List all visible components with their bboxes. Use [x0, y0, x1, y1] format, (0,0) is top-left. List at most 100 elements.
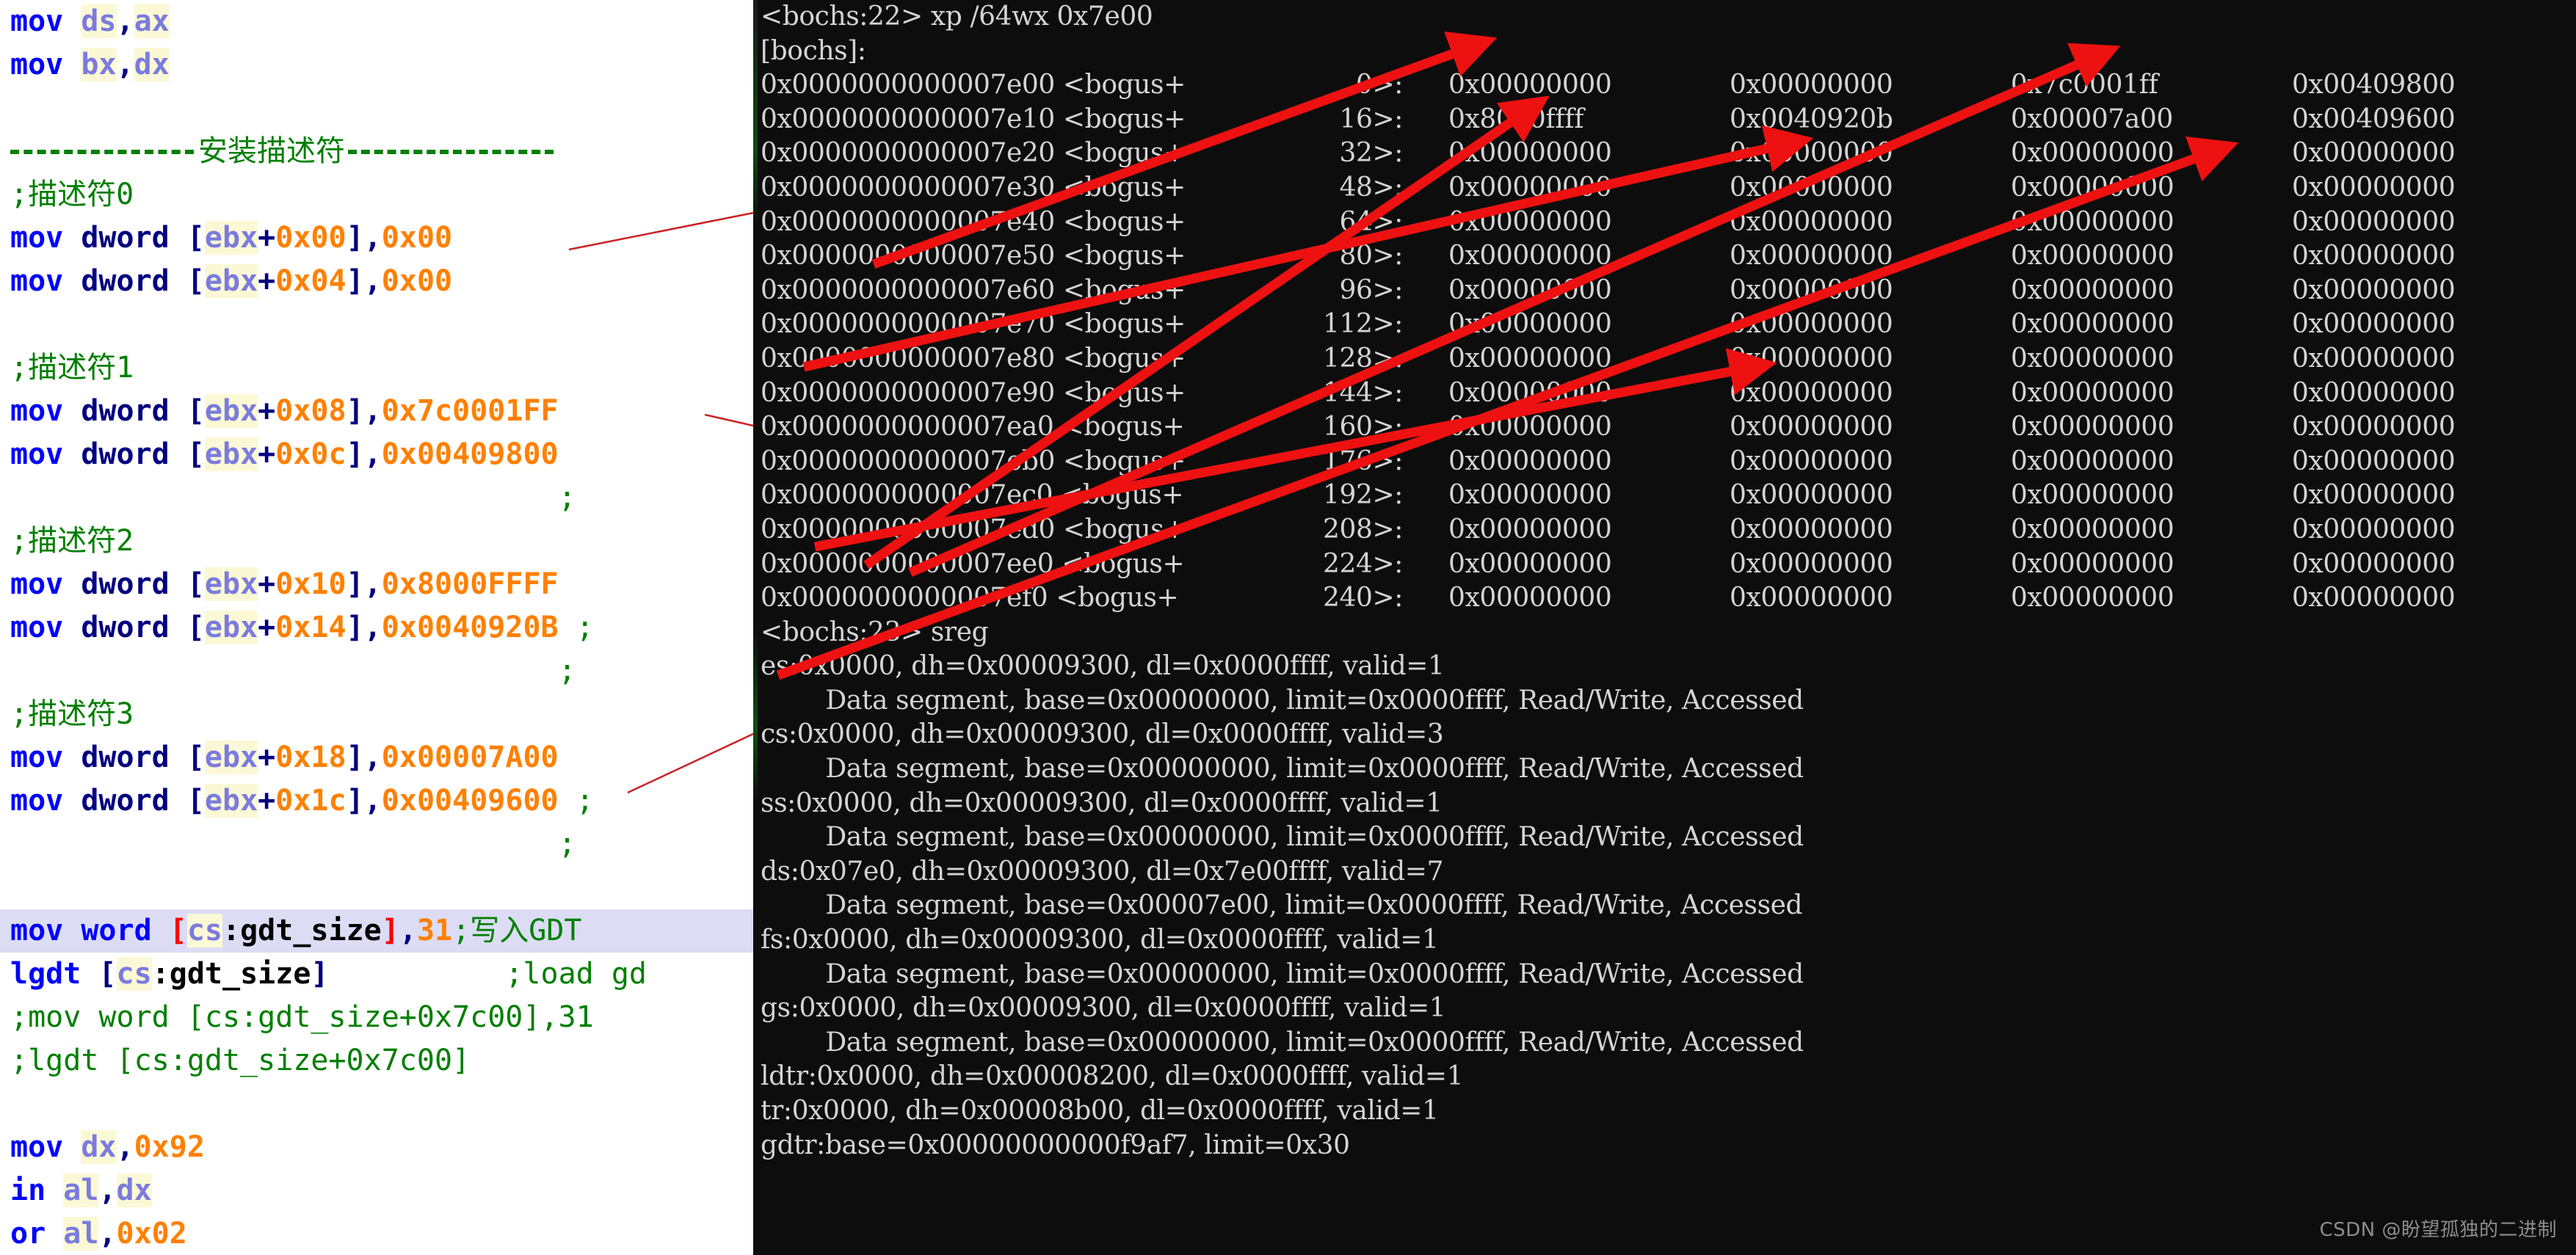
memory-word-value: 0x00000000 — [2011, 548, 2174, 579]
memory-word-value: 0x00000000 — [2292, 241, 2456, 272]
memory-offset: 96>: — [1339, 274, 1403, 305]
code-token: + — [258, 394, 276, 428]
csdn-watermark: CSDN @盼望孤独的二进制 — [2319, 1219, 2557, 1241]
code-line-blank[interactable] — [0, 1083, 753, 1126]
code-line-blank[interactable] — [0, 87, 753, 130]
code-token: ebx — [204, 264, 258, 298]
code-token: ; — [576, 784, 594, 818]
code-token: [ — [186, 437, 205, 471]
memory-offset: 128>: — [1322, 343, 1403, 374]
code-line[interactable]: mov word [cs:gdt_size],31;写入GDT — [0, 909, 753, 953]
memory-colon — [1403, 548, 1448, 582]
memory-word-value: 0x00000000 — [1448, 172, 1612, 203]
memory-word-value: 0x00000000 — [1730, 480, 1893, 511]
memory-word-value: 0x00000000 — [2292, 274, 2456, 305]
code-line[interactable]: ; — [0, 650, 753, 693]
code-line[interactable]: ;描述符2 — [0, 520, 753, 563]
code-line[interactable]: mov dword [ebx+0x14],0x0040920B ; — [0, 606, 753, 650]
memory-colon — [1403, 342, 1448, 376]
memory-word-value: 0x00000000 — [1448, 241, 1612, 272]
code-token: dx — [81, 1130, 117, 1164]
code-token: 31 — [416, 914, 453, 947]
memory-word-value: 0x00000000 — [1730, 343, 1893, 374]
bochs-terminal-pane[interactable]: <bochs:22> xp /64wx 0x7e00 [bochs]: 0x0000… — [753, 0, 2576, 1255]
code-token: cs — [116, 957, 152, 991]
code-line[interactable]: mov bx,dx — [0, 43, 753, 87]
sreg-output-line: Data segment, base=0x00000000, limit=0x0… — [761, 685, 1804, 716]
code-line[interactable]: 安装描述符 — [0, 130, 753, 173]
code-token: mov — [10, 264, 81, 298]
memory-address: 0x0000000000007e00 <bogus+ — [761, 70, 1186, 101]
code-token: 0x7c0001FF — [381, 394, 559, 428]
memory-address: 0x0000000000007e60 <bogus+ — [761, 274, 1186, 305]
code-token: , — [116, 4, 134, 38]
code-line[interactable]: ;描述符0 — [0, 173, 753, 217]
sreg-output-line: ldtr:0x0000, dh=0x00008200, dl=0x0000fff… — [761, 1061, 1464, 1092]
code-line-blank[interactable] — [0, 866, 753, 909]
code-line[interactable]: mov dword [ebx+0x0c],0x00409800 — [0, 433, 753, 476]
code-editor-pane[interactable]: mov ds,ax mov bx,dx 安装描述符 ;描述符0 mov dword [… — [0, 0, 753, 1255]
code-token: ;写入GDT — [452, 914, 582, 947]
memory-colon — [1403, 103, 1448, 137]
code-token: , — [363, 264, 382, 298]
code-line[interactable]: ;描述符1 — [0, 346, 753, 390]
code-token: :gdt_size — [222, 914, 382, 947]
code-token: dword — [81, 611, 187, 644]
memory-offset: 32>: — [1339, 138, 1403, 169]
code-line[interactable]: ; — [0, 823, 753, 866]
memory-word-value: 0x00000000 — [1730, 206, 1893, 237]
code-token: [ — [98, 957, 117, 991]
code-line[interactable]: lgdt [cs:gdt_size] ;load gd — [0, 953, 753, 996]
code-token: ] — [346, 394, 364, 428]
code-token: ;描述符3 — [10, 697, 134, 731]
memory-word-value: 0x00000000 — [1730, 274, 1893, 305]
code-line[interactable]: ;描述符3 — [0, 693, 753, 736]
code-line[interactable]: mov dword [ebx+0x00],0x00 — [0, 217, 753, 260]
memory-address: 0x0000000000007ed0 <bogus+ — [761, 514, 1186, 545]
code-token: ] — [346, 221, 364, 255]
code-line[interactable]: ; — [0, 476, 753, 520]
memory-offset: 192>: — [1322, 480, 1403, 511]
code-token: 0x0c — [275, 437, 347, 471]
memory-word-value: 0x00000000 — [2292, 480, 2456, 511]
memory-offset: 176>: — [1322, 445, 1403, 476]
memory-offset: 64>: — [1339, 206, 1403, 237]
memory-word-value: 0x00000000 — [1730, 138, 1893, 169]
code-token: ] — [346, 437, 364, 471]
memory-word-value: 0x00000000 — [1730, 241, 1893, 272]
code-token: ;lgdt [cs:gdt_size+0x7c00] — [10, 1044, 471, 1077]
memory-address: 0x0000000000007e20 <bogus+ — [761, 138, 1186, 169]
code-token: ebx — [204, 567, 258, 601]
memory-word-value: 0x00000000 — [2011, 206, 2174, 237]
code-line[interactable]: ;mov word [cs:gdt_size+0x7c00],31 — [0, 996, 753, 1039]
code-token: dword — [81, 394, 187, 428]
code-line-blank[interactable] — [0, 303, 753, 346]
memory-dump-row: 0x0000000000007e80 <bogus+ 128>: 0x0000000… — [753, 342, 2576, 376]
memory-colon — [1403, 274, 1448, 308]
code-line[interactable]: mov dword [ebx+0x10],0x8000FFFF — [0, 563, 753, 606]
code-line[interactable]: ;lgdt [cs:gdt_size+0x7c00] — [0, 1039, 753, 1083]
separator-label: 安装描述符 — [197, 130, 347, 173]
terminal-prompt-line: <bochs:23> sreg — [761, 616, 989, 647]
code-line[interactable]: mov dx,0x92 — [0, 1126, 753, 1169]
memory-offset: 160>: — [1322, 412, 1403, 443]
code-token: ebx — [204, 221, 258, 255]
code-line[interactable]: mov dword [ebx+0x08],0x7c0001FF — [0, 390, 753, 433]
memory-dump-row: 0x0000000000007ee0 <bogus+ 224>: 0x0000000… — [753, 548, 2576, 582]
code-token: [ — [186, 567, 205, 601]
code-line[interactable]: mov dword [ebx+0x04],0x00 — [0, 260, 753, 303]
memory-address: 0x0000000000007ef0 <bogus+ — [761, 583, 1179, 614]
code-line[interactable]: mov ds,ax — [0, 0, 753, 43]
code-token: 0x00 — [381, 221, 453, 255]
code-line[interactable]: or al,0x02 — [0, 1212, 753, 1255]
code-token: 0x1c — [275, 784, 347, 818]
code-token: 0x8000FFFF — [381, 567, 559, 601]
sreg-output-line: Data segment, base=0x00007e00, limit=0x0… — [761, 890, 1803, 921]
code-line[interactable]: mov dword [ebx+0x18],0x00007A00 — [0, 736, 753, 779]
memory-address: 0x0000000000007ea0 <bogus+ — [761, 412, 1185, 443]
code-token: , — [399, 914, 417, 947]
memory-colon — [1403, 479, 1448, 513]
code-token: , — [363, 437, 382, 471]
code-line[interactable]: mov dword [ebx+0x1c],0x00409600 ; — [0, 779, 753, 823]
code-line[interactable]: in al,dx — [0, 1169, 753, 1212]
